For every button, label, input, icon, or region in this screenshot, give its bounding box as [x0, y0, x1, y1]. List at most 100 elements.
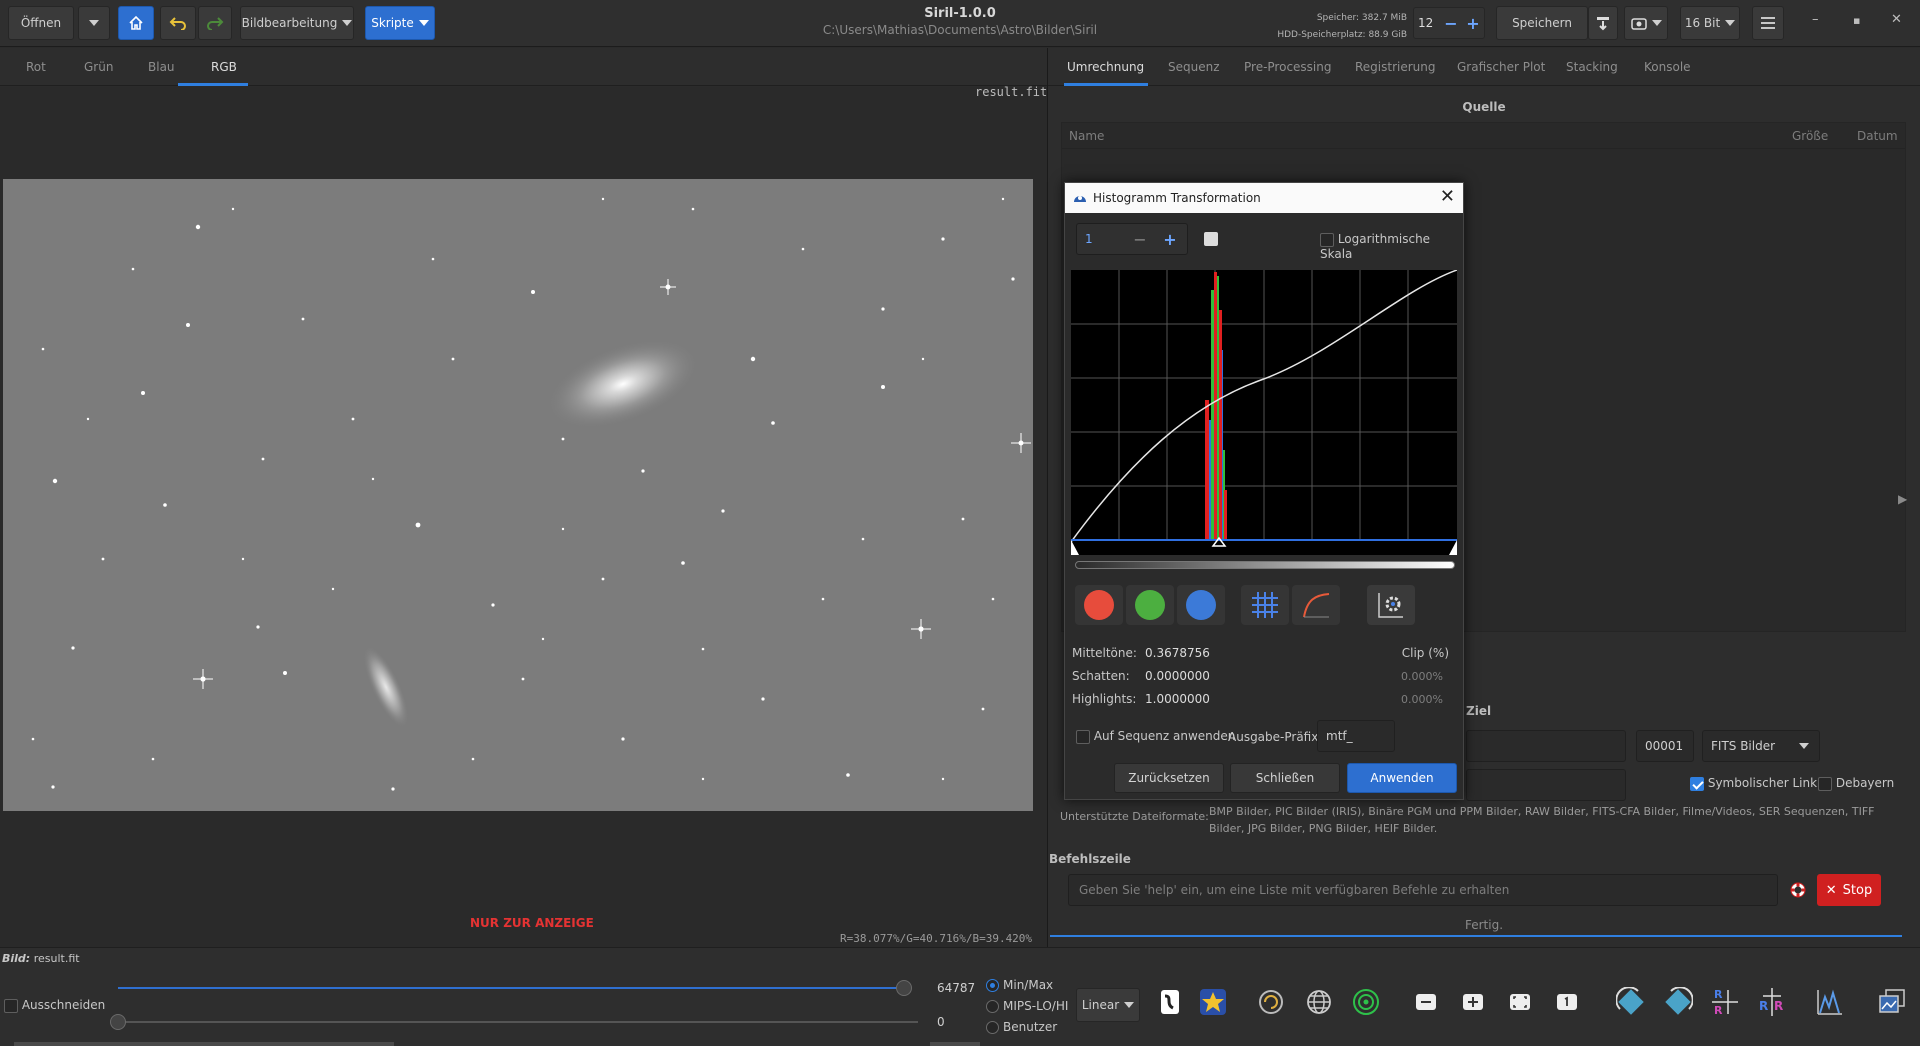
astrometry-button[interactable] [1301, 984, 1337, 1020]
highlights-value[interactable]: 1.0000000 [1145, 692, 1210, 706]
debayer-option[interactable]: Debayern [1818, 776, 1894, 791]
tab-plot[interactable]: Grafischer Plot [1457, 60, 1545, 74]
plus-icon[interactable]: + [1155, 230, 1185, 249]
psf-button[interactable] [1348, 984, 1384, 1020]
reset-button[interactable]: Zurücksetzen [1114, 763, 1224, 793]
radio-user[interactable] [986, 1021, 999, 1034]
zoom-spinner[interactable]: 1 − + [1076, 223, 1188, 255]
column-date[interactable]: Datum [1857, 129, 1898, 143]
histogram-tool-button[interactable] [1812, 984, 1848, 1020]
crop-option[interactable]: Ausschneiden [4, 998, 105, 1013]
low-slider-track[interactable] [118, 1021, 918, 1023]
log-scale-option[interactable]: Logarithmische Skala [1320, 232, 1463, 261]
scrollbar-thumb[interactable] [930, 1042, 980, 1046]
zoom-100-button[interactable] [1549, 984, 1585, 1020]
scale-dropdown[interactable]: Linear [1076, 988, 1140, 1022]
dialog-titlebar[interactable]: Histogramm Transformation ✕ [1065, 183, 1463, 213]
toggle-red-button[interactable] [1075, 585, 1123, 625]
zoom-out-button[interactable] [1408, 984, 1444, 1020]
zoom-reset-icon[interactable] [1204, 232, 1218, 246]
histogram-plot[interactable] [1070, 269, 1458, 555]
false-color-button[interactable] [1195, 984, 1231, 1020]
low-slider-handle[interactable] [110, 1014, 126, 1030]
target-path-input[interactable] [1466, 769, 1626, 801]
open-dropdown-button[interactable] [78, 6, 110, 40]
radio-mips[interactable] [986, 1000, 999, 1013]
threads-spinner[interactable]: 12 − + [1413, 7, 1485, 39]
radio-minmax[interactable] [986, 979, 999, 992]
toggle-grid-button[interactable] [1241, 585, 1289, 625]
tab-console[interactable]: Konsole [1644, 60, 1691, 74]
column-name[interactable]: Name [1069, 129, 1104, 143]
snapshot-button[interactable] [1624, 6, 1668, 40]
tab-green[interactable]: Grün [84, 60, 113, 74]
high-slider-track[interactable] [118, 987, 908, 989]
tab-red[interactable]: Rot [26, 60, 46, 74]
panel-collapse-icon[interactable]: ▶ [1898, 492, 1907, 506]
image-processing-menu[interactable]: Bildbearbeitung [240, 6, 354, 40]
mode-minmax[interactable]: Min/Max [986, 975, 1068, 996]
photometry-button[interactable] [1253, 984, 1289, 1020]
minimize-icon[interactable]: – [1812, 12, 1819, 27]
open-button[interactable]: Öffnen [8, 6, 74, 40]
tab-preprocessing[interactable]: Pre-Processing [1244, 60, 1332, 74]
apply-button[interactable]: Anwenden [1347, 763, 1457, 793]
maximize-icon[interactable]: ▪ [1853, 14, 1860, 27]
save-button[interactable]: Speichern [1496, 6, 1588, 40]
astro-image[interactable] [3, 179, 1033, 811]
close-window-icon[interactable]: ✕ [1891, 12, 1902, 27]
zoom-fit-button[interactable] [1502, 984, 1538, 1020]
command-input[interactable]: Geben Sie 'help' ein, um eine Liste mit … [1068, 874, 1778, 906]
red-dot-icon [1084, 590, 1114, 620]
mode-mips[interactable]: MIPS-LO/HI [986, 996, 1068, 1017]
bitdepth-dropdown[interactable]: 16 Bit [1680, 6, 1740, 40]
horizontal-scrollbar[interactable] [14, 1042, 394, 1046]
negative-view-button[interactable] [1152, 984, 1188, 1020]
crop-checkbox[interactable] [4, 998, 18, 1013]
target-name-input[interactable] [1466, 730, 1626, 762]
shadows-value[interactable]: 0.0000000 [1145, 669, 1210, 683]
scripts-menu[interactable]: Skripte [365, 6, 435, 40]
close-icon[interactable]: ✕ [1440, 186, 1455, 207]
symlink-checkbox[interactable] [1690, 776, 1704, 791]
toggle-curve-button[interactable] [1292, 585, 1340, 625]
prefix-input[interactable]: mtf_ [1317, 720, 1395, 752]
redo-button[interactable] [198, 6, 232, 40]
image-info-button[interactable] [1874, 984, 1910, 1020]
log-scale-checkbox[interactable] [1320, 232, 1334, 247]
home-button[interactable] [118, 6, 154, 40]
column-size[interactable]: Größe [1792, 129, 1828, 143]
tab-registration[interactable]: Registrierung [1355, 60, 1436, 74]
undo-button[interactable] [160, 6, 196, 40]
tab-rgb[interactable]: RGB [211, 60, 237, 74]
rotate-right-button[interactable] [1660, 984, 1696, 1020]
midtones-value[interactable]: 0.3678756 [1145, 646, 1210, 660]
symlink-option[interactable]: Symbolischer Link [1690, 776, 1817, 791]
stop-button[interactable]: ✕ Stop [1817, 874, 1881, 906]
start-index-input[interactable]: 00001 [1636, 730, 1694, 762]
auto-stretch-button[interactable] [1367, 585, 1415, 625]
tab-stacking[interactable]: Stacking [1566, 60, 1618, 74]
tab-sequence[interactable]: Sequenz [1168, 60, 1220, 74]
main-menu-button[interactable] [1752, 6, 1784, 40]
tab-blue[interactable]: Blau [148, 60, 175, 74]
save-as-button[interactable] [1588, 6, 1618, 40]
high-slider-handle[interactable] [896, 980, 912, 996]
apply-sequence-checkbox[interactable] [1076, 729, 1090, 744]
minus-icon[interactable]: − [1125, 230, 1155, 249]
apply-sequence-option[interactable]: Auf Sequenz anwenden [1076, 729, 1235, 744]
close-button[interactable]: Schließen [1230, 763, 1340, 793]
toggle-blue-button[interactable] [1177, 585, 1225, 625]
tab-conversion[interactable]: Umrechnung [1067, 60, 1144, 74]
zoom-in-button[interactable] [1455, 984, 1491, 1020]
toggle-green-button[interactable] [1126, 585, 1174, 625]
plus-icon[interactable]: + [1462, 14, 1484, 33]
debayer-checkbox[interactable] [1818, 776, 1832, 791]
mode-user[interactable]: Benutzer [986, 1017, 1068, 1038]
mirror-x-button[interactable]: RR [1707, 984, 1743, 1020]
output-type-dropdown[interactable]: FITS Bilder [1702, 730, 1820, 762]
rotate-left-button[interactable] [1613, 984, 1649, 1020]
minus-icon[interactable]: − [1440, 14, 1462, 33]
mirror-y-button[interactable]: RR [1754, 984, 1790, 1020]
help-button[interactable] [1783, 874, 1813, 906]
